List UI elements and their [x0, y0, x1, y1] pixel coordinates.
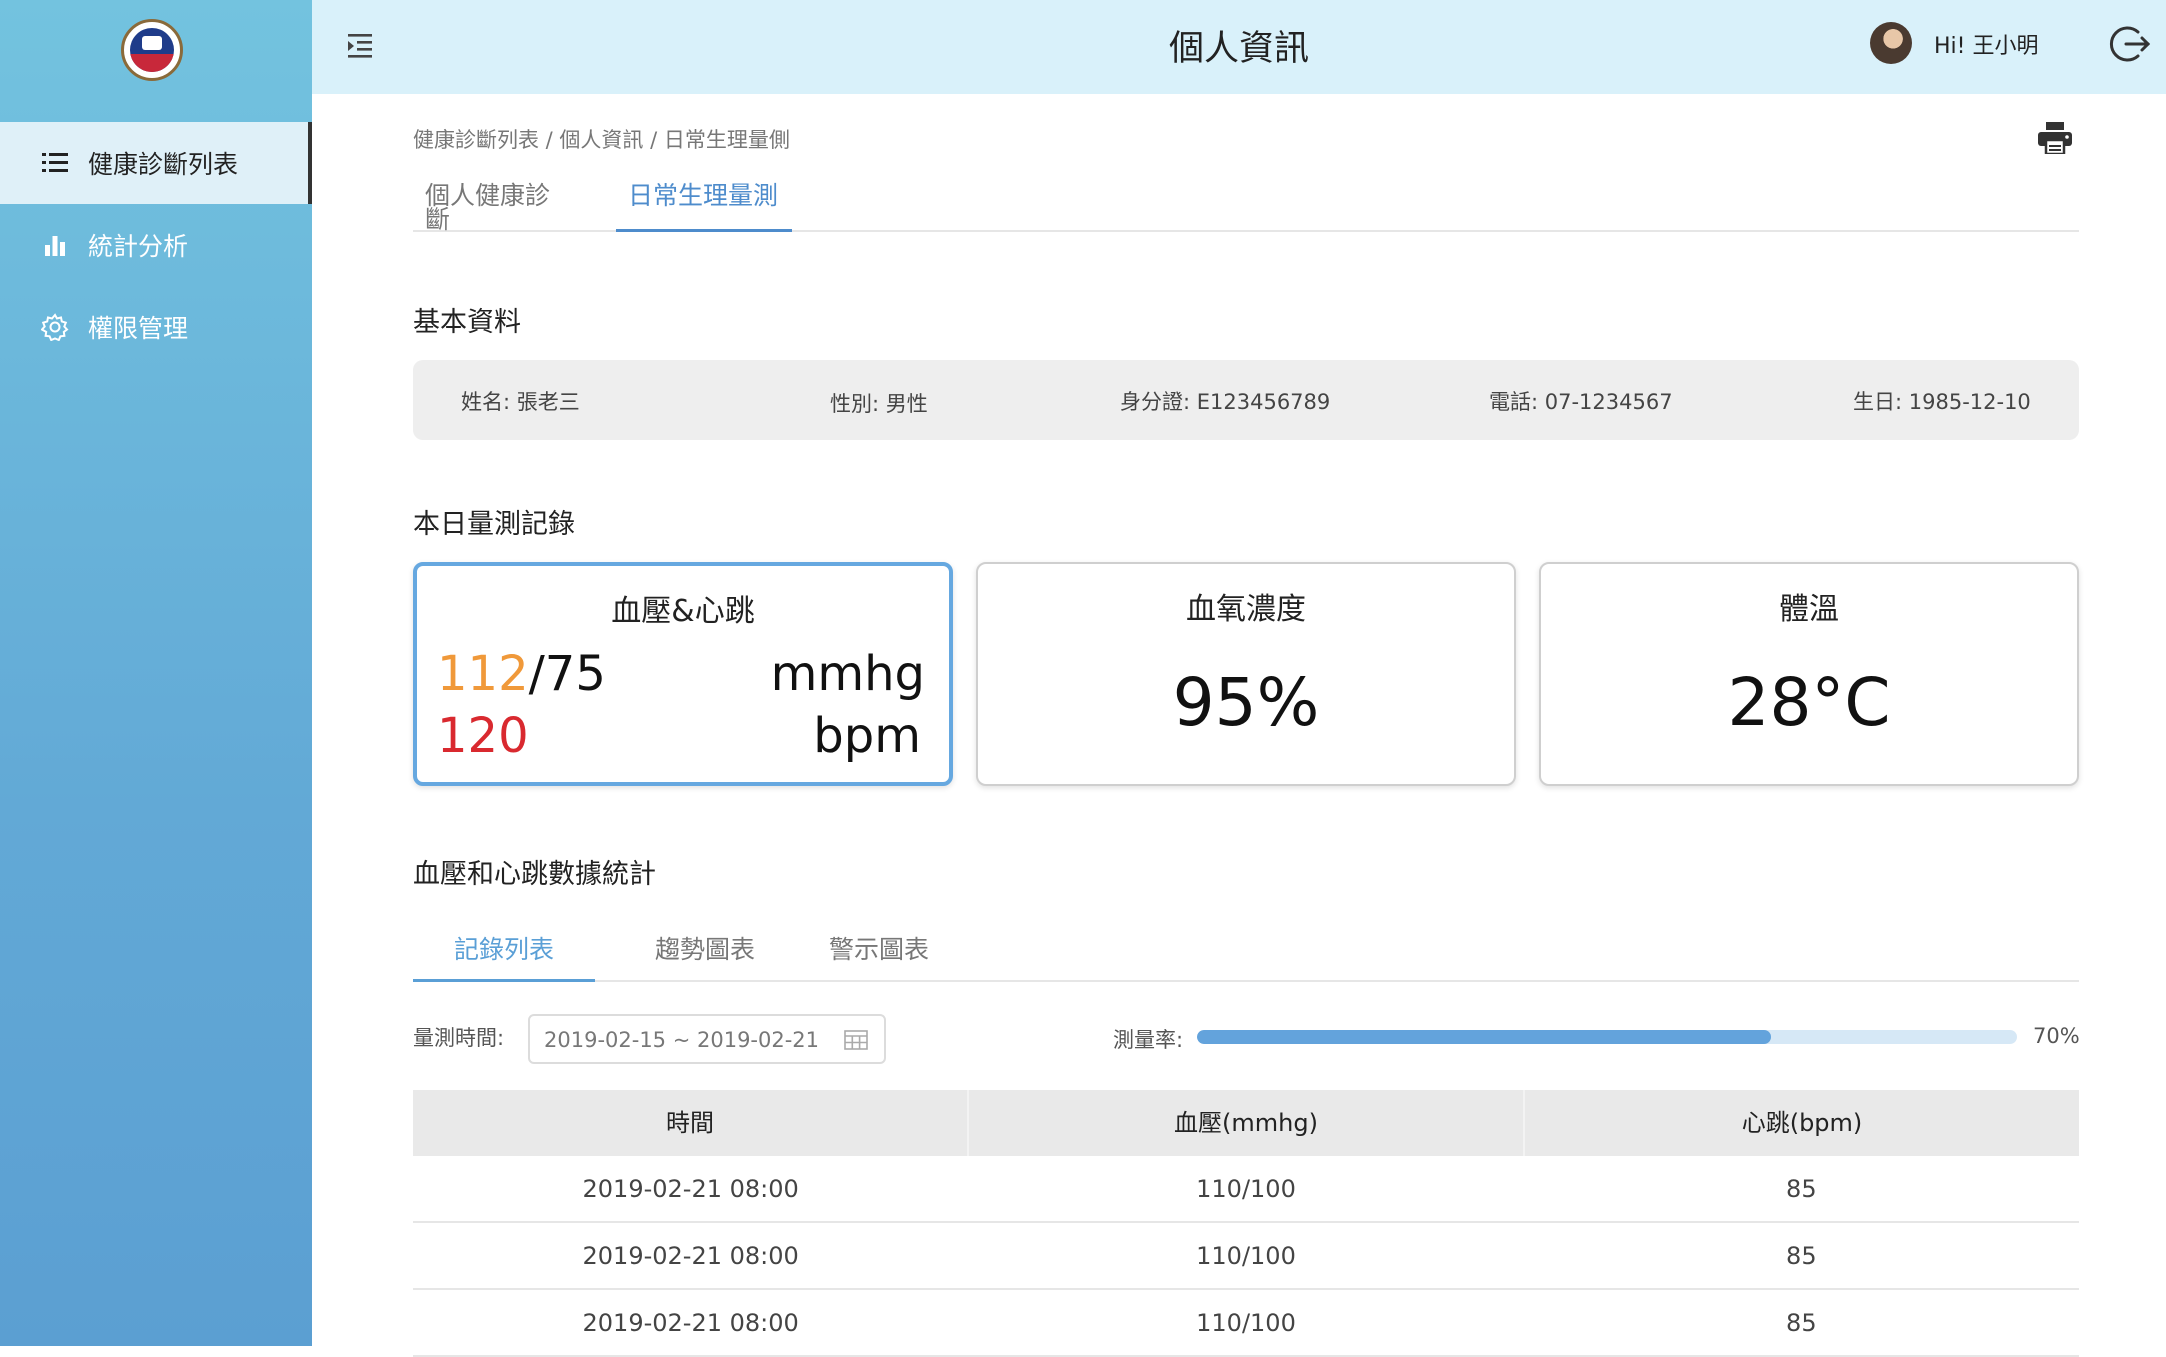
bp-heart-rate-card[interactable]: 血壓&心跳 112/75 mmhg 120 bpm — [413, 562, 953, 786]
tab-record-list[interactable]: 記錄列表 — [413, 930, 595, 982]
basic-info-box: 姓名: 張老三 性別: 男性 身分證: E123456789 電話: 07-12… — [413, 360, 2079, 440]
tab-health-check[interactable]: 個人健康診斷 — [413, 183, 583, 232]
table-header: 時間 血壓(mmhg) 心跳(bpm) — [413, 1090, 2079, 1156]
gear-icon — [40, 312, 70, 342]
spo2-value: 95% — [1172, 664, 1320, 741]
spo2-card-title: 血氧濃度 — [1186, 592, 1306, 627]
sidebar-item-permissions[interactable]: 權限管理 — [0, 286, 312, 368]
patient-birthday: 生日: 1985-12-10 — [1853, 390, 2031, 414]
sidebar-item-label: 權限管理 — [88, 314, 189, 343]
tab-daily-measurement[interactable]: 日常生理量測 — [616, 183, 792, 232]
diastolic-value: /75 — [528, 646, 606, 702]
logout-icon[interactable] — [2108, 22, 2152, 66]
bar-chart-icon — [40, 230, 70, 260]
date-range-input[interactable]: 2019-02-15 ~ 2019-02-21 — [528, 1014, 886, 1064]
main-tabs: 個人健康診斷 日常生理量測 — [413, 183, 2079, 232]
sidebar: 健康診斷列表 統計分析 權限管理 — [0, 0, 312, 1346]
measure-rate-bar — [1197, 1030, 2017, 1044]
column-header-bp[interactable]: 血壓(mmhg) — [967, 1090, 1523, 1156]
column-header-time[interactable]: 時間 — [413, 1090, 967, 1156]
patient-name: 姓名: 張老三 — [461, 390, 580, 414]
table-row[interactable]: 2019-02-21 08:00 110/100 85 — [413, 1223, 2079, 1290]
cell-time: 2019-02-21 08:00 — [582, 1242, 799, 1270]
temp-value: 28°C — [1727, 664, 1891, 741]
bp-card-title: 血壓&心跳 — [611, 594, 755, 629]
cell-hr: 85 — [1786, 1175, 1817, 1203]
sidebar-item-label: 統計分析 — [88, 232, 189, 261]
measure-rate-label: 測量率: — [1113, 1028, 1184, 1052]
cell-bp: 110/100 — [1196, 1242, 1296, 1270]
blood-oxygen-card[interactable]: 血氧濃度 95% — [976, 562, 1516, 786]
temperature-card[interactable]: 體溫 28°C — [1539, 562, 2079, 786]
table-row[interactable]: 2019-02-21 08:00 110/100 85 — [413, 1290, 2079, 1357]
temp-card-title: 體溫 — [1779, 592, 1839, 627]
list-icon — [40, 148, 70, 178]
cell-time: 2019-02-21 08:00 — [582, 1309, 799, 1337]
user-greeting: Hi! 王小明 — [1934, 34, 2039, 59]
measure-time-label: 量測時間: — [413, 1026, 505, 1050]
cell-hr: 85 — [1786, 1242, 1817, 1270]
systolic-value: 112 — [437, 646, 529, 702]
today-record-title: 本日量測記錄 — [413, 509, 575, 540]
cell-bp: 110/100 — [1196, 1309, 1296, 1337]
patient-id: 身分證: E123456789 — [1120, 390, 1331, 414]
measure-rate-fill — [1197, 1030, 1771, 1044]
calendar-icon[interactable] — [844, 1030, 868, 1050]
date-range-value: 2019-02-15 ~ 2019-02-21 — [544, 1028, 820, 1052]
sidebar-item-statistics[interactable]: 統計分析 — [0, 204, 312, 286]
table-row[interactable]: 2019-02-21 08:00 110/100 85 — [413, 1156, 2079, 1223]
bp-unit: mmhg — [770, 646, 925, 702]
sidebar-item-health-list[interactable]: 健康診斷列表 — [0, 122, 312, 204]
cell-bp: 110/100 — [1196, 1175, 1296, 1203]
heart-rate-row: 120 bpm — [437, 708, 925, 764]
measure-rate-value: 70% — [2033, 1024, 2080, 1048]
breadcrumb[interactable]: 健康診斷列表 / 個人資訊 / 日常生理量側 — [413, 124, 790, 154]
cell-time: 2019-02-21 08:00 — [582, 1175, 799, 1203]
records-table: 時間 血壓(mmhg) 心跳(bpm) 2019-02-21 08:00 110… — [413, 1090, 2079, 1357]
logo — [121, 19, 183, 81]
tab-trend-chart[interactable]: 趨勢圖表 — [635, 930, 775, 982]
heart-rate-value: 120 — [437, 708, 529, 764]
patient-phone: 電話: 07-1234567 — [1489, 390, 1673, 414]
sidebar-item-label: 健康診斷列表 — [88, 150, 239, 179]
cell-hr: 85 — [1786, 1309, 1817, 1337]
hr-unit: bpm — [813, 708, 921, 764]
stats-tabs: 記錄列表 趨勢圖表 警示圖表 — [413, 930, 2079, 982]
top-bar: 個人資訊 Hi! 王小明 — [312, 0, 2166, 94]
column-header-hr[interactable]: 心跳(bpm) — [1523, 1090, 2079, 1156]
basic-info-title: 基本資料 — [413, 307, 521, 338]
bp-row: 112/75 mmhg — [437, 646, 925, 702]
tab-alert-chart[interactable]: 警示圖表 — [809, 930, 949, 982]
print-icon[interactable] — [2038, 122, 2072, 156]
patient-gender: 性別: 男性 — [830, 392, 928, 416]
stats-title: 血壓和心跳數據統計 — [413, 859, 656, 890]
avatar[interactable] — [1870, 22, 1912, 64]
